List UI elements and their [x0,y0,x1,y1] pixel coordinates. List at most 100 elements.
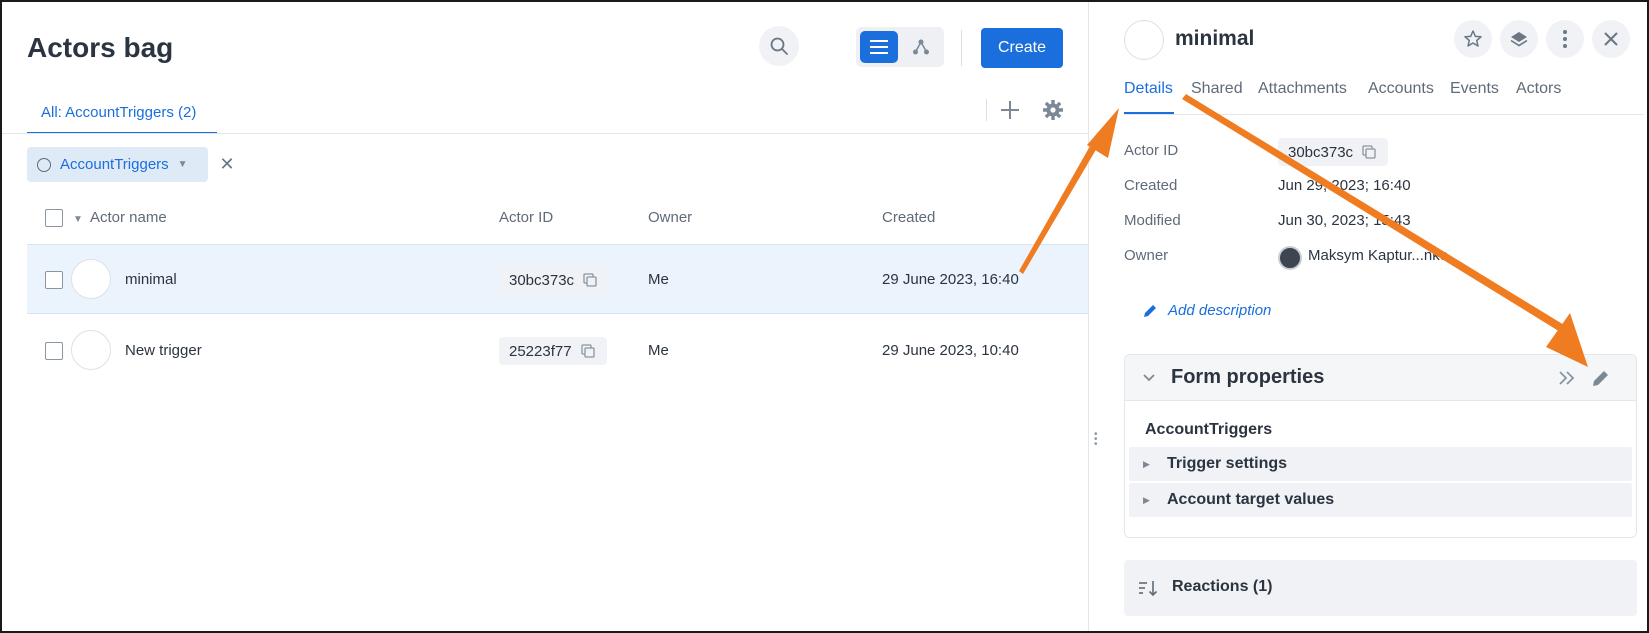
favorite-button[interactable] [1454,20,1492,58]
graph-view-button[interactable] [902,31,940,63]
splitter-handle-icon[interactable]: • • • [1094,430,1098,450]
section-trigger-settings[interactable]: ▶ Trigger settings [1129,447,1632,481]
close-icon [1604,32,1618,46]
create-button[interactable]: Create [981,28,1063,68]
close-icon: ✕ [219,154,235,174]
form-name: AccountTriggers [1145,421,1273,438]
section-label: Trigger settings [1167,455,1288,472]
copy-icon[interactable] [1362,145,1376,159]
page-title: Actors bag [27,32,174,63]
expand-icon: ▶ [1143,495,1150,505]
tab-actions-divider [986,99,987,121]
row-checkbox[interactable] [45,271,63,289]
actors-list-pane: Actors bag Create All: AccountTriggers (… [2,2,1089,631]
tab-accounts[interactable]: Accounts [1368,80,1434,98]
section-label: Account target values [1167,491,1335,508]
tab-details[interactable]: Details [1124,80,1173,98]
created-value: Jun 29, 2023; 16:40 [1278,177,1411,194]
list-view-icon [870,40,888,54]
add-tab-button[interactable] [998,98,1022,122]
column-header-created[interactable]: Created [882,209,935,226]
close-panel-button[interactable] [1592,20,1630,58]
clear-filter-button[interactable]: ✕ [217,154,237,174]
column-header-actor-name[interactable]: Actor name [90,209,167,226]
plus-icon [1001,101,1019,119]
graph-view-icon [913,39,929,55]
created-date: 29 June 2023, 10:40 [882,342,1019,359]
form-properties-title: Form properties [1171,366,1325,388]
active-tab-indicator [1124,112,1174,114]
tabs-divider [2,133,1089,134]
owner-avatar [1278,246,1302,270]
kebab-menu-icon [1563,30,1567,48]
form-properties-card: Form properties AccountTriggers ▶ Trigge… [1124,354,1637,538]
chevron-down-icon[interactable] [1139,367,1159,387]
sort-icon[interactable]: ▼ [73,214,83,225]
row-checkbox[interactable] [45,342,63,360]
list-view-button[interactable] [860,31,898,63]
toolbar-divider [961,30,962,66]
filter-status-icon [37,157,51,172]
app-frame: Actors bag Create All: AccountTriggers (… [0,0,1649,633]
add-description-link[interactable]: Add description [1142,302,1271,319]
view-toggle [856,27,944,67]
table-row[interactable]: New trigger 25223f77 Me 29 June 2023, 10… [27,315,1089,385]
tab-events[interactable]: Events [1450,80,1499,98]
star-icon [1464,30,1482,47]
section-account-target-values[interactable]: ▶ Account target values [1129,483,1632,517]
pane-splitter[interactable] [1088,2,1089,631]
details-tabs-divider [1124,114,1644,115]
tab-settings-button[interactable] [1041,98,1065,122]
select-all-checkbox[interactable] [45,209,63,227]
pencil-icon[interactable] [1591,368,1611,388]
modified-label: Modified [1124,212,1181,229]
double-chevron-right-icon[interactable] [1557,368,1577,388]
actor-id-value: 30bc373c [1288,143,1354,161]
created-date: 29 June 2023, 16:40 [882,271,1019,288]
actor-id-label: Actor ID [1124,142,1179,159]
reactions-section[interactable]: Reactions (1) [1124,560,1637,616]
search-icon [770,37,788,55]
owner-value[interactable]: Maksym Kaptur...nko [1308,247,1448,264]
search-button[interactable] [759,26,799,66]
details-title: minimal [1175,27,1255,50]
sort-icon [1139,581,1158,597]
copy-icon[interactable] [580,344,595,358]
filter-chip-label: AccountTriggers [60,156,169,173]
reactions-label: Reactions (1) [1172,578,1273,595]
tab-all-accounttriggers[interactable]: All: AccountTriggers (2) [27,100,217,134]
table-row[interactable]: minimal 30bc373c Me 29 June 2023, 16:40 [27,244,1089,314]
filter-chip[interactable]: AccountTriggers ▼ [27,147,208,182]
copy-icon[interactable] [583,273,597,287]
layers-button[interactable] [1500,20,1538,58]
actor-name[interactable]: minimal [125,271,177,288]
actor-id-chip: 25223f77 [499,337,607,365]
gear-icon [1043,100,1063,120]
actor-avatar [1124,20,1164,60]
more-options-button[interactable] [1546,20,1584,58]
expand-icon: ▶ [1143,459,1150,469]
chevron-down-icon: ▼ [177,159,188,170]
owner-label: Owner [1124,247,1169,264]
details-panel: minimal Details Shared Attachments Accou… [1102,2,1647,631]
modified-value: Jun 30, 2023; 15:43 [1278,212,1411,229]
column-header-actor-id[interactable]: Actor ID [499,209,553,226]
tab-shared[interactable]: Shared [1191,80,1243,98]
column-header-owner[interactable]: Owner [648,209,692,226]
actor-id-chip: 30bc373c [1278,138,1388,166]
avatar [71,330,111,370]
tab-attachments[interactable]: Attachments [1258,80,1347,98]
owner: Me [648,271,669,288]
avatar [71,259,111,299]
actor-name[interactable]: New trigger [125,342,202,359]
actor-id: 25223f77 [509,342,572,360]
tab-actors[interactable]: Actors [1516,80,1561,98]
pencil-icon [1144,304,1156,317]
layers-icon [1510,32,1528,47]
actor-id: 30bc373c [509,271,575,289]
created-label: Created [1124,177,1178,194]
owner: Me [648,342,669,359]
add-description-label: Add description [1168,302,1272,319]
form-properties-header[interactable]: Form properties [1125,355,1636,401]
actor-id-chip: 30bc373c [499,266,607,294]
